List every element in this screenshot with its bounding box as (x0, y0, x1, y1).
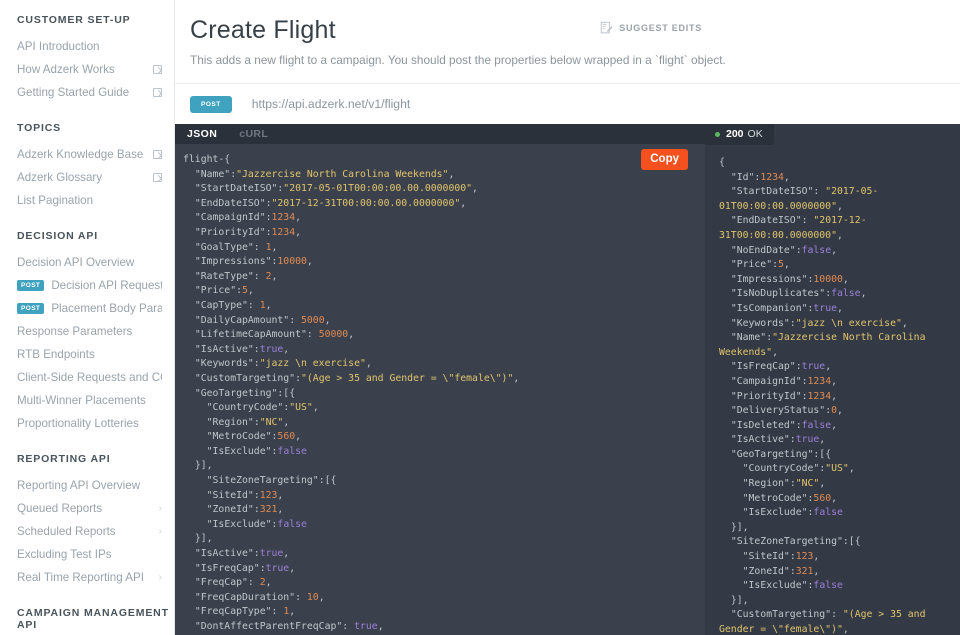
sidebar-item-multi-winner-placements[interactable]: Multi-Winner Placements (0, 389, 174, 412)
sidebar-item-list-pagination[interactable]: List Pagination (0, 189, 174, 212)
sidebar-item-rtb-endpoints[interactable]: RTB Endpoints (0, 343, 174, 366)
sidebar-item-scheduled-reports[interactable]: Scheduled Reports › (0, 520, 174, 543)
response-panel: 200 OK { "Id":1234, "StartDateISO": "201… (705, 124, 960, 635)
suggest-edits-button[interactable]: SUGGEST EDITS (600, 21, 702, 35)
sidebar-item-label: Response Parameters (17, 324, 162, 340)
sidebar-item-client-side-requests-and-cors[interactable]: Client-Side Requests and CORS (0, 366, 174, 389)
sidebar-item-label: Real Time Reporting API (17, 570, 153, 586)
tab-curl[interactable]: cURL (239, 128, 268, 140)
sidebar-item-label: Adzerk Knowledge Base (17, 147, 149, 163)
external-link-icon (153, 173, 162, 182)
copy-button[interactable]: Copy (641, 149, 688, 170)
sidebar-section-title: CUSTOMER SET-UP (0, 14, 174, 26)
chevron-right-icon: › (159, 570, 162, 586)
request-panel: JSON cURL Copy flight-{ "Name":"Jazzerci… (175, 124, 705, 635)
sidebar-group: CUSTOMER SET-UP API Introduction How Adzer… (0, 14, 174, 104)
sidebar-item-label: Decision API Request (51, 278, 162, 294)
method-badge-post: POST (17, 280, 44, 291)
sidebar-item-label: Excluding Test IPs (17, 547, 162, 563)
sidebar-item-excluding-test-ips[interactable]: Excluding Test IPs (0, 543, 174, 566)
status-dot-icon (715, 132, 720, 137)
sidebar-section-title: REPORTING API (0, 453, 174, 465)
sidebar-item-label: Client-Side Requests and CORS (17, 370, 162, 386)
status-code: 200 (726, 128, 744, 140)
sidebar-item-label: RTB Endpoints (17, 347, 162, 363)
sidebar-item-label: Reporting API Overview (17, 478, 162, 494)
sidebar-item-real-time-reporting-api[interactable]: Real Time Reporting API › (0, 566, 174, 589)
sidebar-item-reporting-api-overview[interactable]: Reporting API Overview (0, 474, 174, 497)
code-area: JSON cURL Copy flight-{ "Name":"Jazzerci… (175, 124, 960, 635)
suggest-edits-label: SUGGEST EDITS (619, 23, 702, 33)
sidebar-item-label: How Adzerk Works (17, 62, 149, 78)
external-link-icon (153, 150, 162, 159)
sidebar-section-title: TOPICS (0, 122, 174, 134)
sidebar-item-queued-reports[interactable]: Queued Reports › (0, 497, 174, 520)
sidebar-group: REPORTING API Reporting API Overview Queue… (0, 453, 174, 589)
sidebar-group: TOPICS Adzerk Knowledge Base Adzerk Glossa… (0, 122, 174, 212)
status-badge: 200 OK (705, 124, 774, 145)
sidebar-item-response-parameters[interactable]: Response Parameters (0, 320, 174, 343)
sidebar-item-how-adzerk-works[interactable]: How Adzerk Works (0, 58, 174, 81)
sidebar-item-decision-api-request[interactable]: POST Decision API Request (0, 274, 174, 297)
sidebar-section-title: DECISION API (0, 230, 174, 242)
sidebar-item-label: Getting Started Guide (17, 85, 149, 101)
response-body-code[interactable]: { "Id":1234, "StartDateISO": "2017-05-01… (705, 145, 960, 635)
external-link-icon (153, 88, 162, 97)
sidebar-group: DECISION API Decision API Overview POST Dec… (0, 230, 174, 435)
page-description: This adds a new flight to a campaign. Yo… (190, 52, 936, 68)
sidebar-item-label: Multi-Winner Placements (17, 393, 162, 409)
sidebar-item-label: List Pagination (17, 193, 162, 209)
tab-json[interactable]: JSON (187, 128, 217, 140)
documentation-page: CUSTOMER SET-UP API Introduction How Adzer… (0, 0, 960, 635)
status-text: OK (748, 128, 763, 140)
sidebar-item-placement-body-parameters[interactable]: POST Placement Body Parameters (0, 297, 174, 320)
sidebar-item-adzerk-glossary[interactable]: Adzerk Glossary (0, 166, 174, 189)
request-body-code[interactable]: flight-{ "Name":"Jazzercise North Caroli… (175, 144, 705, 635)
sidebar-item-label: Placement Body Parameters (51, 301, 162, 317)
sidebar-section-title: CAMPAIGN MANAGEMENT API (0, 607, 174, 631)
method-badge-post: POST (17, 303, 44, 314)
sidebar-item-label: Queued Reports (17, 501, 153, 517)
sidebar-navigation: CUSTOMER SET-UP API Introduction How Adzer… (0, 0, 175, 635)
sidebar-item-label: API Introduction (17, 39, 162, 55)
sidebar-item-decision-api-overview[interactable]: Decision API Overview (0, 251, 174, 274)
document-edit-icon (600, 21, 613, 35)
sidebar-item-label: Scheduled Reports (17, 524, 153, 540)
endpoint-url[interactable]: https://api.adzerk.net/v1/flight (252, 97, 411, 111)
endpoint-method-badge: POST (190, 96, 232, 113)
external-link-icon (153, 65, 162, 74)
chevron-right-icon: › (159, 524, 162, 540)
main-content: Create Flight This adds a new flight to … (175, 0, 960, 635)
request-tabs: JSON cURL (175, 124, 705, 144)
page-header: Create Flight This adds a new flight to … (175, 0, 960, 84)
page-title: Create Flight (190, 14, 936, 46)
endpoint-bar: POST https://api.adzerk.net/v1/flight (175, 84, 960, 124)
sidebar-item-api-introduction[interactable]: API Introduction (0, 35, 174, 58)
sidebar-item-label: Proportionality Lotteries (17, 416, 162, 432)
sidebar-item-label: Decision API Overview (17, 255, 162, 271)
sidebar-group: CAMPAIGN MANAGEMENT APICampaign API Over… (0, 607, 174, 635)
sidebar-item-proportionality-lotteries[interactable]: Proportionality Lotteries (0, 412, 174, 435)
sidebar-item-label: Adzerk Glossary (17, 170, 149, 186)
sidebar-item-adzerk-knowledge-base[interactable]: Adzerk Knowledge Base (0, 143, 174, 166)
sidebar-item-getting-started-guide[interactable]: Getting Started Guide (0, 81, 174, 104)
chevron-right-icon: › (159, 501, 162, 517)
